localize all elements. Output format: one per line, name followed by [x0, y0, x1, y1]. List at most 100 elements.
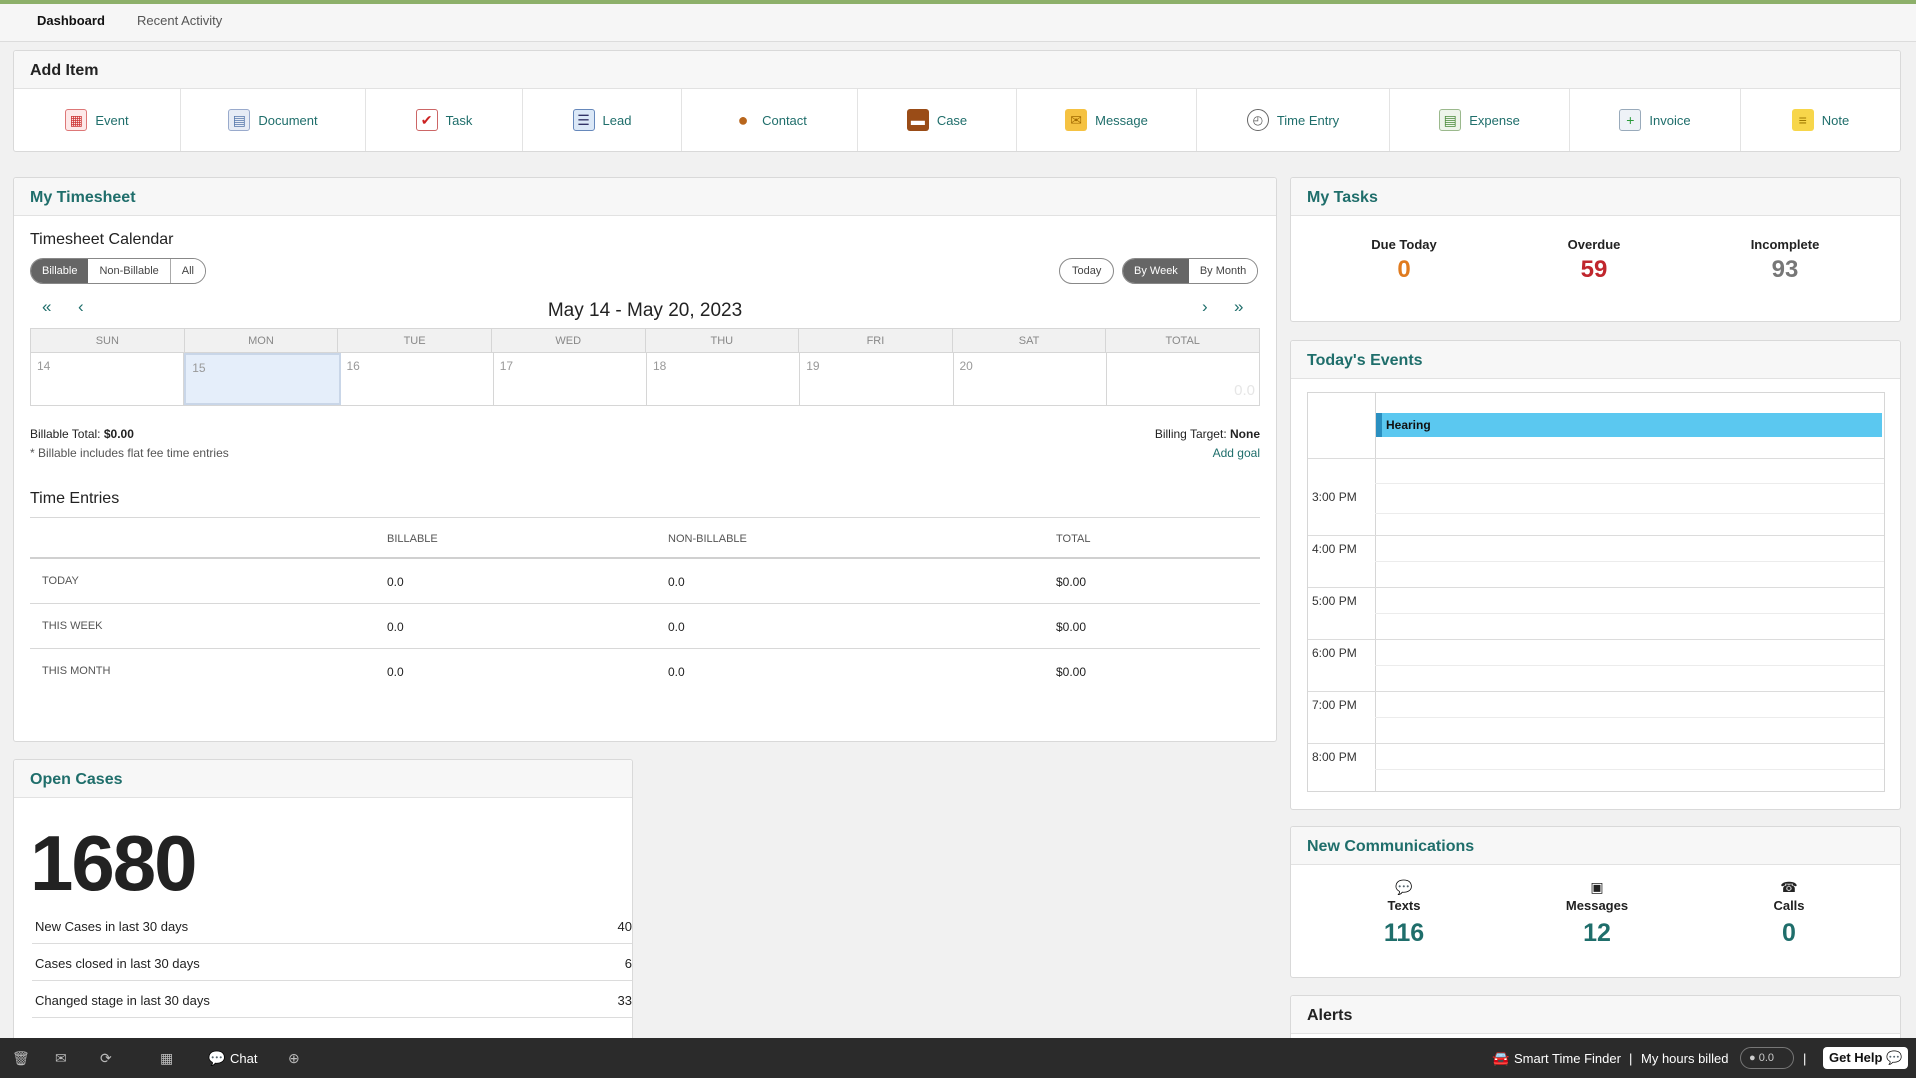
half-hour-line [1375, 665, 1884, 666]
billable-filter-group: Billable Non-Billable All [30, 258, 207, 284]
get-help-button[interactable]: Get Help 💬 [1823, 1047, 1909, 1069]
get-help-label: Get Help [1829, 1050, 1883, 1065]
hour-line [1308, 743, 1884, 744]
overdue-label: Overdue [1567, 237, 1621, 252]
table-header: BILLABLE NON-BILLABLE TOTAL [30, 517, 1260, 559]
add-task-button[interactable]: ✔ Task [366, 89, 523, 151]
list-item[interactable]: Cases closed in last 30 days 6 [32, 945, 632, 981]
day-cell[interactable]: 18 [647, 353, 801, 405]
due-today-label: Due Today [1371, 237, 1437, 252]
open-cases-panel: Open Cases 1680 New Cases in last 30 day… [13, 759, 633, 1044]
double-chevron-right-icon[interactable]: » [1234, 297, 1243, 317]
day-cell[interactable]: 17 [494, 353, 647, 405]
row-label: THIS MONTH [42, 665, 111, 677]
time-label: 4:00 PM [1312, 542, 1357, 556]
time-column-divider [1375, 393, 1376, 791]
add-expense-button[interactable]: ▤ Expense [1390, 89, 1570, 151]
list-item[interactable]: New Cases in last 30 days 40 [32, 908, 632, 944]
day-cell-selected[interactable]: 15 [184, 353, 341, 405]
todays-events-panel: Today's Events Hearing 3:00 PM 4:00 PM 5… [1290, 340, 1901, 810]
due-today-value: 0 [1397, 256, 1411, 283]
messages-label: Messages [1565, 898, 1629, 913]
add-goal-link[interactable]: Add goal [1213, 446, 1260, 460]
add-message-label: Message [1095, 112, 1148, 128]
add-event-button[interactable]: ▦ Event [14, 89, 181, 151]
add-time-entry-button[interactable]: ◴ Time Entry [1197, 89, 1390, 151]
time-label: 3:00 PM [1312, 490, 1357, 504]
stat-label: Cases closed in last 30 days [35, 956, 200, 971]
calendar-icon: ▦ [65, 109, 88, 131]
view-by-week[interactable]: By Week [1123, 259, 1189, 283]
day-cell[interactable]: 19 [800, 353, 954, 405]
billing-target-label: Billing Target: [1154, 427, 1227, 441]
add-expense-label: Expense [1469, 112, 1520, 128]
separator: | [1629, 1051, 1633, 1066]
time-label: 6:00 PM [1312, 646, 1357, 660]
day-header: MON [185, 329, 339, 352]
day-cell[interactable]: 14 [31, 353, 185, 405]
mail-icon[interactable]: ✉ [55, 1050, 67, 1067]
total-value: $0.00 [1056, 620, 1087, 634]
due-today-stat[interactable]: Due Today 0 [1314, 237, 1494, 284]
week-calendar: SUN MON TUE WED THU FRI SAT TOTAL 14 15 … [30, 328, 1260, 406]
calls-stat[interactable]: ☎ Calls 0 [1709, 879, 1869, 948]
add-case-button[interactable]: ▬ Case [858, 89, 1017, 151]
billable-value: 0.0 [387, 665, 404, 679]
list-item[interactable]: Changed stage in last 30 days 33 [32, 982, 632, 1018]
tab-dashboard[interactable]: Dashboard [37, 13, 105, 28]
billable-value: 0.0 [387, 620, 404, 634]
calculator-icon[interactable]: ▦ [160, 1050, 173, 1067]
hours-billed-label: My hours billed [1641, 1051, 1729, 1066]
events-day-grid: Hearing 3:00 PM 4:00 PM 5:00 PM 6:00 PM … [1307, 392, 1885, 792]
expense-icon: ▤ [1439, 109, 1462, 131]
document-icon: ▤ [228, 109, 251, 131]
filter-billable[interactable]: Billable [31, 259, 89, 283]
add-contact-label: Contact [762, 112, 807, 128]
total-value: $0.00 [1056, 665, 1087, 679]
add-message-button[interactable]: ✉ Message [1017, 89, 1197, 151]
filter-non-billable[interactable]: Non-Billable [88, 259, 171, 283]
add-time-entry-label: Time Entry [1276, 112, 1340, 128]
add-lead-button[interactable]: ☰ Lead [523, 89, 682, 151]
hour-line [1308, 639, 1884, 640]
add-note-button[interactable]: ≡ Note [1741, 89, 1900, 151]
add-invoice-button[interactable]: + Invoice [1570, 89, 1741, 151]
double-chevron-left-icon[interactable]: « [42, 297, 51, 317]
today-button[interactable]: Today [1059, 258, 1115, 284]
billing-target: Billing Target: None [1155, 427, 1260, 441]
separator: | [1803, 1051, 1807, 1066]
texts-value: 116 [1383, 919, 1425, 947]
day-cell[interactable]: 16 [341, 353, 494, 405]
incomplete-stat[interactable]: Incomplete 93 [1695, 237, 1875, 284]
add-contact-button[interactable]: ● Contact [682, 89, 858, 151]
time-label: 8:00 PM [1312, 750, 1357, 764]
day-cell[interactable]: 20 [954, 353, 1107, 405]
messages-stat[interactable]: ▣ Messages 12 [1517, 879, 1677, 948]
refresh-icon[interactable]: ⟳ [100, 1050, 112, 1067]
chevron-right-icon[interactable]: › [1202, 297, 1208, 317]
non-billable-value: 0.0 [668, 665, 685, 679]
stat-value: 40 [617, 919, 632, 934]
tab-recent-activity[interactable]: Recent Activity [137, 13, 222, 28]
hours-toggle[interactable]: ● 0.0 [1740, 1047, 1794, 1069]
week-total-value: 0.0 [1234, 382, 1255, 399]
add-event-label: Event [95, 112, 129, 128]
footer-bar: 🗑 ✉ ⟳ ▦ 💬 Chat ⊕ 🚘 Smart Time Finder | M… [0, 1038, 1916, 1078]
texts-stat[interactable]: 💬 Texts 116 [1324, 879, 1484, 948]
smart-time-finder-link[interactable]: Smart Time Finder [1514, 1051, 1621, 1066]
chevron-left-icon[interactable]: ‹ [78, 297, 84, 317]
add-circle-icon[interactable]: ⊕ [288, 1050, 300, 1067]
add-lead-label: Lead [602, 112, 632, 128]
hours-value: 0.0 [1758, 1052, 1774, 1064]
event-hearing[interactable]: Hearing [1376, 413, 1882, 437]
clock-icon: ◴ [1246, 109, 1269, 131]
filter-all[interactable]: All [170, 259, 206, 283]
chat-button[interactable]: Chat [230, 1051, 257, 1066]
view-by-month[interactable]: By Month [1188, 259, 1258, 283]
overdue-stat[interactable]: Overdue 59 [1504, 237, 1684, 284]
time-label: 5:00 PM [1312, 594, 1357, 608]
trash-icon[interactable]: 🗑 [12, 1050, 30, 1067]
chat-icon[interactable]: 💬 [208, 1050, 225, 1067]
add-document-button[interactable]: ▤ Document [181, 89, 366, 151]
table-row: THIS MONTH 0.0 0.0 $0.00 [30, 649, 1260, 694]
